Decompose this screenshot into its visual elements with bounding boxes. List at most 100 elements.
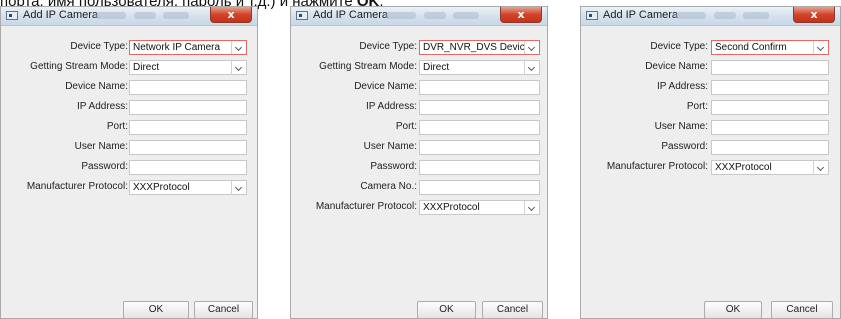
title-blurred-text — [134, 12, 156, 19]
chevron-down-icon[interactable] — [524, 61, 539, 74]
field-value: XXXProtocol — [423, 202, 480, 213]
ok-button[interactable]: OK — [704, 301, 762, 319]
chevron-down-icon[interactable] — [813, 41, 828, 54]
form-row: Device Name: — [1, 80, 259, 95]
field-value: XXXProtocol — [715, 162, 772, 173]
close-button[interactable]: x — [210, 7, 252, 23]
close-icon: x — [517, 8, 525, 21]
cancel-button[interactable]: Cancel — [482, 301, 543, 319]
cancel-button[interactable]: Cancel — [771, 301, 833, 319]
field-label: Getting Stream Mode: — [319, 61, 417, 72]
text-input[interactable] — [419, 140, 540, 155]
form-row: Port: — [291, 120, 549, 135]
form-row: User Name: — [1, 140, 259, 155]
form-row: User Name: — [291, 140, 549, 155]
field-label: Port: — [106, 121, 128, 132]
text-input[interactable] — [711, 100, 829, 115]
field-label: Port: — [686, 101, 708, 112]
chevron-down-icon[interactable] — [524, 201, 539, 214]
form-row: Port: — [1, 120, 259, 135]
title-blurred-text — [676, 12, 706, 19]
form-row: Port: — [581, 100, 841, 115]
text-input[interactable] — [711, 140, 829, 155]
dialog-titlebar[interactable]: Add IP Camera x — [1, 7, 257, 26]
form-row: Manufacturer Protocol: XXXProtocol — [581, 160, 841, 175]
form-row: Device Type: Second Confirm — [581, 40, 841, 55]
dropdown-select[interactable]: Network IP Camera — [129, 40, 247, 55]
form-row: Device Type: DVR_NVR_DVS Device — [291, 40, 549, 55]
form-row: IP Address: — [1, 100, 259, 115]
dropdown-select[interactable]: Second Confirm — [711, 40, 829, 55]
text-input[interactable] — [129, 120, 247, 135]
field-value: DVR_NVR_DVS Device — [423, 42, 531, 53]
text-input[interactable] — [711, 120, 829, 135]
text-input[interactable] — [419, 160, 540, 175]
field-label: Manufacturer Protocol: — [315, 201, 417, 212]
field-value: Direct — [423, 62, 450, 73]
add-ip-camera-dialog: Add IP Camera x Device Type: Second Confirm… — [580, 6, 841, 319]
field-label: User Name: — [363, 141, 417, 152]
chevron-down-icon[interactable] — [231, 181, 246, 194]
field-label: Device Name: — [65, 81, 128, 92]
dropdown-select[interactable]: DVR_NVR_DVS Device — [419, 40, 540, 55]
text-input[interactable] — [129, 140, 247, 155]
form-row: Getting Stream Mode: Direct — [291, 60, 549, 75]
ok-button[interactable]: OK — [417, 301, 476, 319]
text-input[interactable] — [129, 160, 247, 175]
text-input[interactable] — [419, 180, 540, 195]
dropdown-select[interactable]: Direct — [129, 60, 247, 75]
title-blurred-text — [386, 12, 416, 19]
camera-window-icon — [6, 11, 18, 20]
field-label: IP Address: — [657, 81, 708, 92]
dialog-title: Add IP Camera — [603, 9, 679, 21]
add-ip-camera-dialog: Add IP Camera x Device Type: Network IP Cam… — [0, 6, 258, 319]
text-input[interactable] — [419, 120, 540, 135]
title-blurred-text — [424, 12, 446, 19]
text-input[interactable] — [711, 80, 829, 95]
field-label: Port: — [395, 121, 417, 132]
chevron-down-icon[interactable] — [813, 161, 828, 174]
form-row: User Name: — [581, 120, 841, 135]
ok-button[interactable]: OK — [123, 301, 189, 319]
dropdown-select[interactable]: XXXProtocol — [711, 160, 829, 175]
form-row: Device Name: — [581, 60, 841, 75]
chevron-down-icon[interactable] — [231, 61, 246, 74]
title-blurred-text — [96, 12, 126, 19]
text-input[interactable] — [419, 100, 540, 115]
dropdown-select[interactable]: Direct — [419, 60, 540, 75]
text-input[interactable] — [129, 80, 247, 95]
field-label: Password: — [81, 161, 128, 172]
dialog-titlebar[interactable]: Add IP Camera x — [291, 7, 547, 26]
field-label: Manufacturer Protocol: — [606, 161, 708, 172]
chevron-down-icon[interactable] — [524, 41, 539, 54]
form-row: Camera No.: — [291, 180, 549, 195]
form-row: Manufacturer Protocol: XXXProtocol — [1, 180, 259, 195]
dropdown-select[interactable]: XXXProtocol — [419, 200, 540, 215]
field-value: Network IP Camera — [133, 42, 221, 53]
field-value: Direct — [133, 62, 160, 73]
form-row: Device Type: Network IP Camera — [1, 40, 259, 55]
text-input[interactable] — [129, 100, 247, 115]
dialog-title: Add IP Camera — [23, 9, 99, 21]
text-input[interactable] — [419, 80, 540, 95]
add-ip-camera-dialog: Add IP Camera x Device Type: DVR_NVR_DVS De… — [290, 6, 548, 319]
field-label: Device Type: — [70, 41, 128, 52]
close-button[interactable]: x — [793, 7, 835, 23]
close-button[interactable]: x — [500, 7, 542, 23]
chevron-down-icon[interactable] — [231, 41, 246, 54]
form-row: Device Name: — [291, 80, 549, 95]
field-value: XXXProtocol — [133, 182, 190, 193]
form-row: IP Address: — [291, 100, 549, 115]
form-row: Getting Stream Mode: Direct — [1, 60, 259, 75]
form-row: Password: — [1, 160, 259, 175]
cancel-button[interactable]: Cancel — [194, 301, 253, 319]
dropdown-select[interactable]: XXXProtocol — [129, 180, 247, 195]
title-blurred-text — [453, 12, 479, 19]
dialog-titlebar[interactable]: Add IP Camera x — [581, 7, 840, 26]
text-input[interactable] — [711, 60, 829, 75]
field-label: Password: — [661, 141, 708, 152]
field-value: Second Confirm — [715, 42, 787, 53]
field-label: Device Name: — [645, 61, 708, 72]
close-icon: x — [227, 8, 235, 21]
title-blurred-text — [163, 12, 189, 19]
